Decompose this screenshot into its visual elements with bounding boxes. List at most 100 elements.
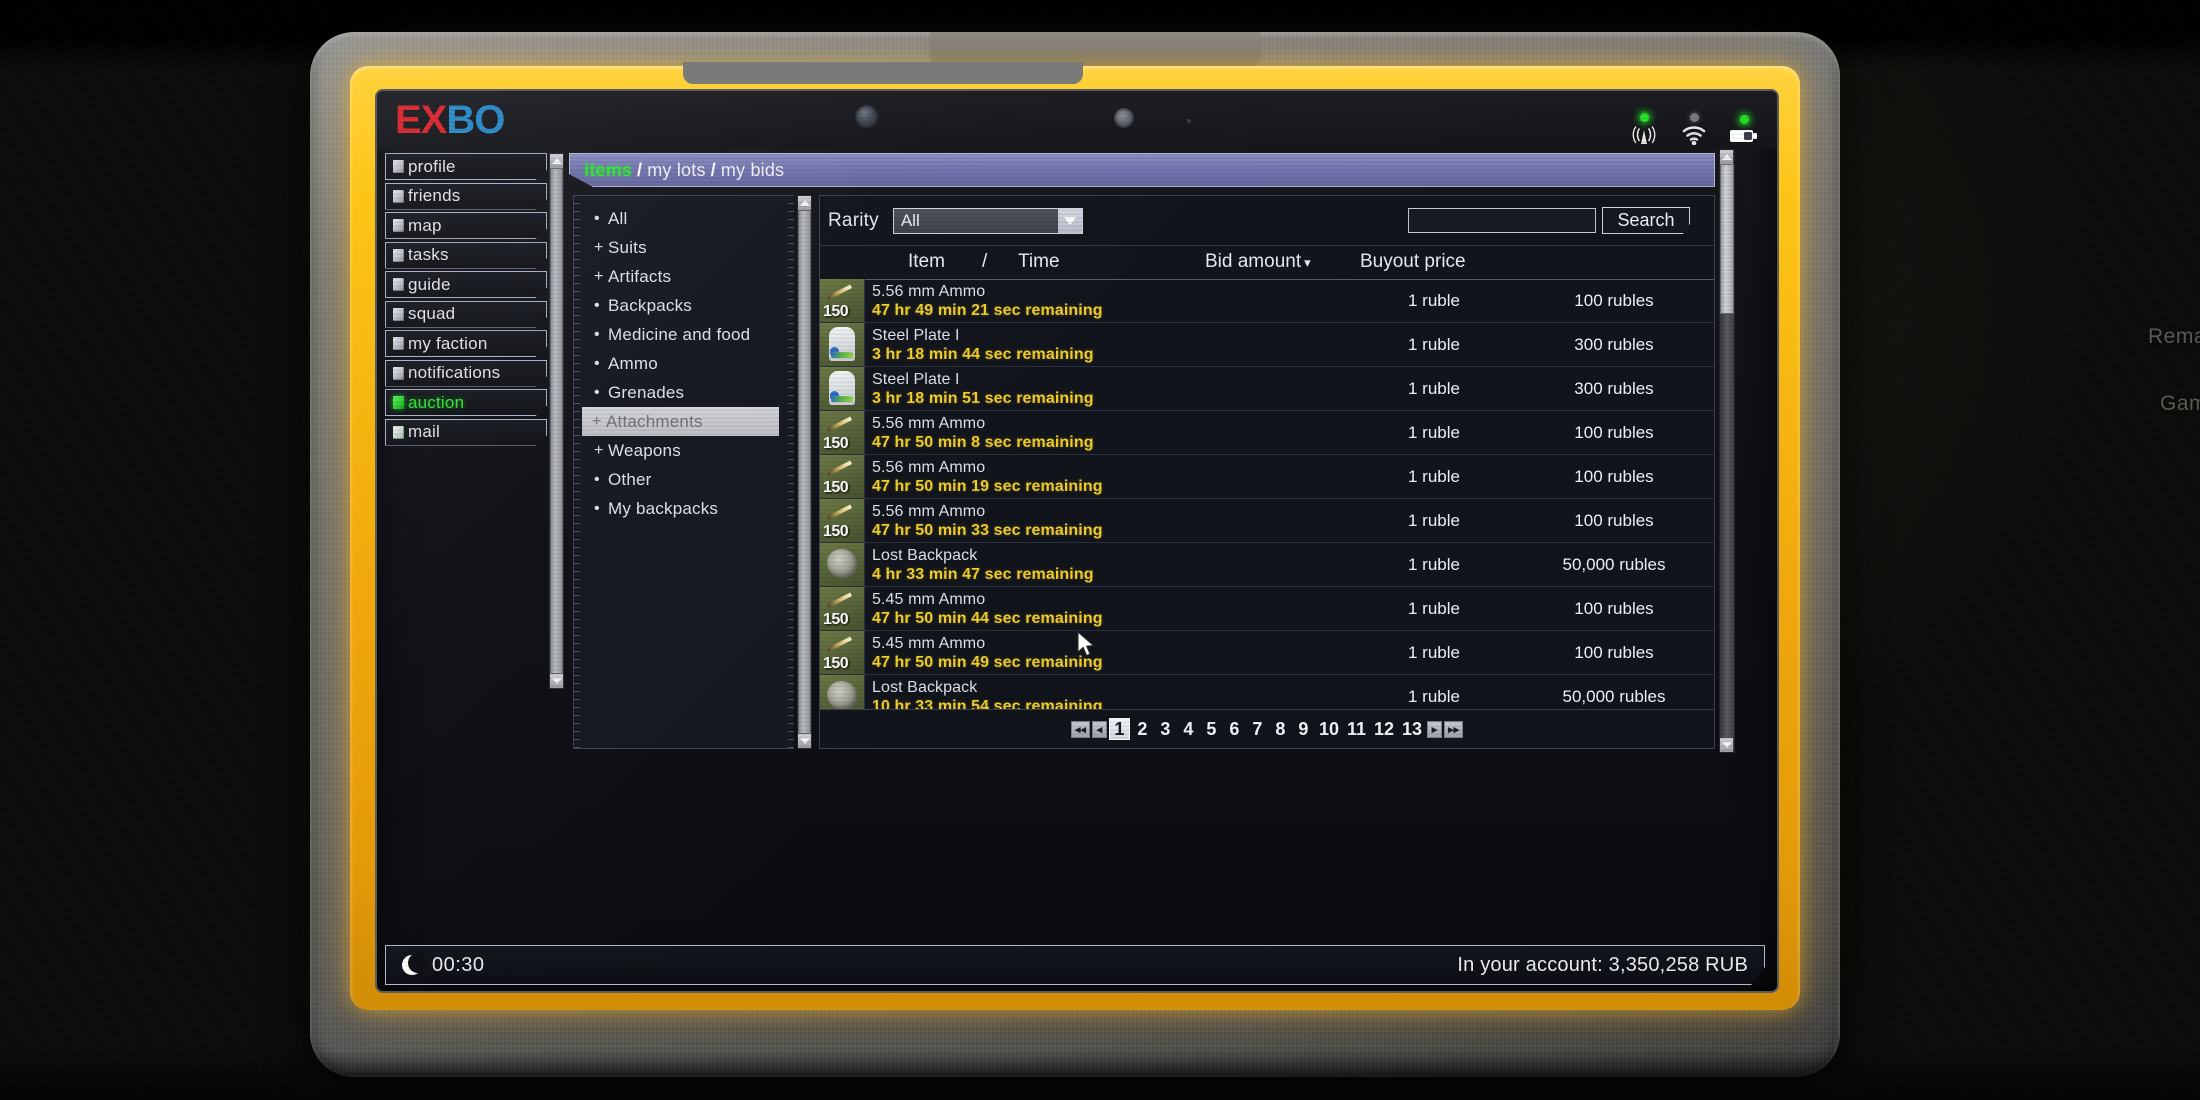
table-row[interactable]: Steel Plate I3 hr 18 min 44 sec remainin…	[820, 323, 1714, 367]
breadcrumb-my-lots[interactable]: my lots	[647, 160, 705, 181]
filter-bar: Rarity All Search	[820, 196, 1714, 246]
column-header-item[interactable]: Item	[908, 251, 945, 273]
sidebar-item-mail[interactable]: mail	[385, 418, 547, 446]
pagination-page-5[interactable]: 5	[1201, 718, 1222, 740]
pagination-page-1[interactable]: 1	[1108, 718, 1130, 740]
category-list-spacer	[574, 196, 794, 204]
column-header-bid-amount[interactable]: Bid amount ▾	[1205, 251, 1311, 273]
bullet-icon: •	[594, 354, 600, 372]
sidebar-item-profile[interactable]: profile	[385, 153, 547, 180]
pagination-page-3[interactable]: 3	[1155, 718, 1176, 740]
search-button[interactable]: Search	[1602, 207, 1690, 234]
category-item-artifacts[interactable]: + Artifacts	[584, 262, 794, 291]
sidebar-item-notifications[interactable]: notifications	[385, 359, 547, 387]
sidebar-scrollbar[interactable]	[549, 153, 564, 689]
category-item-backpacks[interactable]: • Backpacks	[584, 291, 794, 320]
sidebar-item-icon	[393, 160, 404, 173]
rarity-select[interactable]: All	[892, 207, 1083, 234]
pagination-page-13[interactable]: 13	[1399, 718, 1425, 740]
sidebar-item-label: map	[408, 215, 442, 235]
category-item-weapons[interactable]: + Weapons	[584, 436, 794, 465]
breadcrumb-items[interactable]: items	[584, 160, 632, 181]
category-item-grenades[interactable]: • Grenades	[584, 378, 794, 407]
column-header-buyout-price[interactable]: Buyout price	[1360, 251, 1466, 273]
expand-icon: +	[594, 267, 604, 285]
item-stack-count: 150	[823, 303, 849, 320]
item-name: Steel Plate I	[872, 370, 960, 388]
table-row[interactable]: 150 5.56 mm Ammo 47 hr 50 min 33 sec remai…	[820, 499, 1714, 543]
item-bid-amount: 1 ruble	[1408, 422, 1460, 442]
pagination-page-7[interactable]: 7	[1247, 718, 1268, 740]
category-scroll-down-icon[interactable]	[798, 734, 811, 748]
breadcrumb-separator-1: /	[637, 159, 643, 180]
listings-scrollbar[interactable]	[1719, 149, 1735, 753]
front-camera-icon	[855, 105, 879, 129]
search-input[interactable]	[1408, 208, 1596, 233]
pagination-page-6[interactable]: 6	[1224, 718, 1245, 740]
item-bid-amount: 1 ruble	[1408, 642, 1460, 662]
table-row[interactable]: 150 5.56 mm Ammo 47 hr 50 min 19 sec remai…	[820, 455, 1714, 499]
table-row[interactable]: Lost Backpack 4 hr 33 min 47 sec remainin…	[820, 543, 1714, 587]
pagination-page-8[interactable]: 8	[1270, 718, 1291, 740]
item-name-cell: Lost Backpack 4 hr 33 min 47 sec remainin…	[865, 543, 1354, 586]
item-name-cell: 5.56 mm Ammo 47 hr 50 min 19 sec remainin…	[865, 455, 1354, 498]
item-name-cell: 5.45 mm Ammo 47 hr 50 min 44 sec remainin…	[865, 587, 1354, 630]
account-balance-text: In your account: 3,350,258 RUB	[1457, 953, 1748, 976]
pagination-first[interactable]: ◂◂	[1070, 720, 1090, 738]
category-scrollbar[interactable]	[797, 195, 812, 749]
table-row[interactable]: 150 5.56 mm Ammo 47 hr 49 min 21 sec remai…	[820, 279, 1714, 323]
sidebar-item-map[interactable]: map	[385, 212, 547, 239]
pagination-next[interactable]: ▸	[1427, 720, 1443, 738]
item-name-cell: 5.56 mm Ammo 47 hr 50 min 33 sec remainin…	[865, 499, 1354, 542]
category-item-other[interactable]: • Other	[584, 465, 794, 494]
breadcrumb-my-bids[interactable]: my bids	[721, 160, 784, 181]
logo-text-bo: BO	[446, 98, 505, 142]
category-item-medicine-and-food[interactable]: • Medicine and food	[584, 320, 794, 349]
item-bid-amount: 1 ruble	[1408, 554, 1460, 574]
pagination-last[interactable]: ▸▸	[1444, 720, 1464, 738]
category-item-ammo[interactable]: • Ammo	[584, 349, 794, 378]
item-buyout-price: 100 rubles	[1574, 598, 1654, 618]
listings-scroll-up-icon[interactable]	[1720, 150, 1733, 164]
frame-notch	[683, 62, 1083, 84]
item-bid-amount: 1 ruble	[1408, 290, 1460, 310]
sidebar-item-guide[interactable]: guide	[385, 271, 547, 298]
table-row[interactable]: Steel Plate I3 hr 18 min 51 sec remainin…	[820, 367, 1714, 411]
item-name-cell: Steel Plate I3 hr 18 min 51 sec remainin…	[865, 367, 1354, 410]
category-scroll-up-icon[interactable]	[798, 196, 811, 210]
category-scroll-thumb[interactable]	[798, 210, 811, 734]
sidebar-item-label: profile	[408, 156, 456, 176]
category-item-suits[interactable]: + Suits	[584, 233, 794, 262]
sidebar-item-my-faction[interactable]: my faction	[385, 330, 547, 357]
sidebar-item-friends[interactable]: friends	[385, 182, 547, 210]
category-tick-rail-left	[574, 196, 580, 748]
pagination-page-10[interactable]: 10	[1316, 718, 1342, 740]
steel-plate-icon	[829, 371, 855, 405]
category-item-my-backpacks[interactable]: • My backpacks	[584, 494, 794, 523]
pagination-page-12[interactable]: 12	[1371, 718, 1397, 740]
listings-scroll-thumb[interactable]	[1720, 164, 1734, 314]
sidebar-scroll-thumb[interactable]	[550, 168, 563, 674]
pagination-page-4[interactable]: 4	[1178, 718, 1199, 740]
table-row[interactable]: 150 5.45 mm Ammo 47 hr 50 min 49 sec remai…	[820, 631, 1714, 675]
sidebar-item-tasks[interactable]: tasks	[385, 241, 547, 269]
sidebar-scroll-up-icon[interactable]	[550, 154, 563, 168]
bullet-icon: •	[594, 325, 600, 343]
pagination-prev[interactable]: ◂	[1091, 720, 1107, 738]
chevron-down-icon[interactable]	[1057, 208, 1082, 233]
ammo-icon	[826, 460, 856, 478]
table-row[interactable]: Lost Backpack 10 hr 33 min 54 sec remaini…	[820, 675, 1714, 709]
pagination-page-11[interactable]: 11	[1344, 718, 1369, 740]
table-row[interactable]: 150 5.45 mm Ammo 47 hr 50 min 44 sec remai…	[820, 587, 1714, 631]
listings-scroll-down-icon[interactable]	[1720, 738, 1733, 752]
column-header-time[interactable]: Time	[1018, 251, 1060, 273]
category-item-all[interactable]: • All	[584, 204, 794, 233]
category-item-attachments[interactable]: + Attachments	[582, 407, 779, 436]
pagination-page-2[interactable]: 2	[1132, 718, 1153, 740]
category-item-label: All	[608, 208, 628, 228]
pagination-page-9[interactable]: 9	[1293, 718, 1314, 740]
sidebar-scroll-down-icon[interactable]	[550, 674, 563, 688]
table-row[interactable]: 150 5.56 mm Ammo 47 hr 50 min 8 sec remain…	[820, 411, 1714, 455]
sidebar-item-squad[interactable]: squad	[385, 300, 547, 328]
sidebar-item-auction[interactable]: auction	[385, 389, 547, 416]
